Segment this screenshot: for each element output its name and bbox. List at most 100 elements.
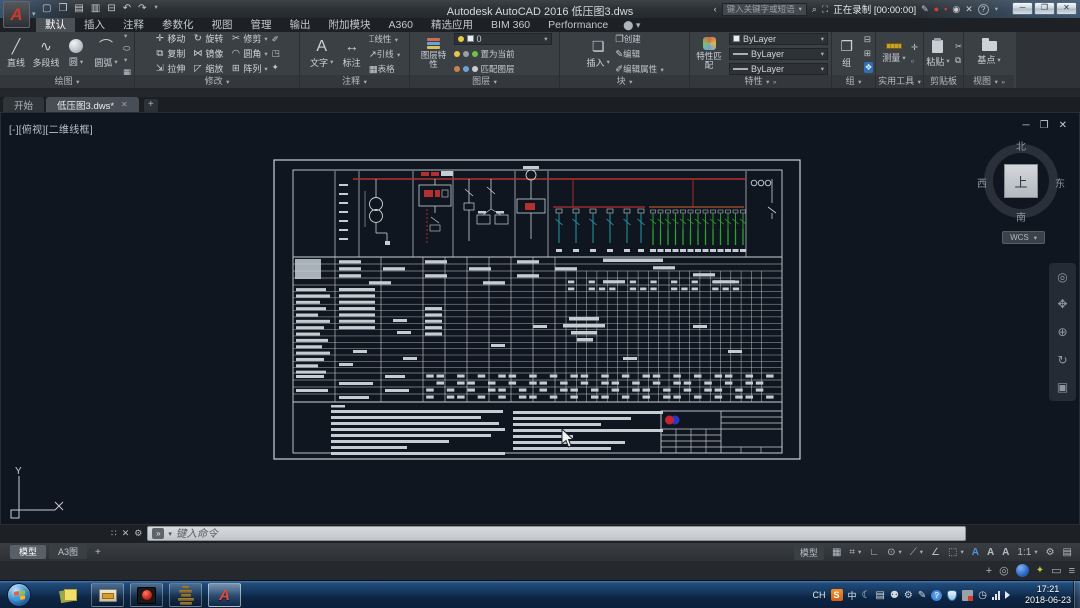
tray-volume-icon[interactable] [1005,591,1014,599]
new-layout-button[interactable]: + [90,547,106,558]
copy-button[interactable]: ⧉复制 [154,47,185,60]
ribbon-tab-parametric[interactable]: 参数化 [153,18,203,32]
ribbon-tab-addins[interactable]: 附加模块 [320,18,380,32]
panel-draw-label[interactable]: 绘图 ▾ [0,75,134,88]
add-status-icon[interactable]: + [986,565,992,577]
ribbon-tab-view[interactable]: 视图 [203,18,242,32]
quick-select-icon[interactable]: ✛ [911,42,918,53]
panel-annotate-label[interactable]: 注释 ▾ [300,75,409,88]
recent-commands-icon[interactable]: » [152,528,164,539]
panel-utilities-label[interactable]: 实用工具 ▾ [876,75,923,88]
taskbar-clock[interactable]: 17:21 2018-06-23 [1025,584,1071,606]
show-desktop-button[interactable] [1073,581,1080,608]
workspace-gear-icon[interactable]: ⚙ [1046,547,1055,558]
exchange-icon[interactable]: ⛶ [822,4,828,15]
tray-ime-mode[interactable]: 中 [848,589,857,602]
scale-button[interactable]: ◸缩放 [192,62,223,75]
hardware-accel-icon[interactable] [1016,564,1029,577]
base-point-button[interactable]: 基点▾ [976,41,1002,66]
ribbon-tab-insert[interactable]: 插入 [75,18,114,32]
annotation-autoscale-icon[interactable]: A [987,547,994,558]
panel-modify-label[interactable]: 修改 ▾ [135,75,299,88]
command-close-icon[interactable]: ✕ [122,528,130,539]
isodraft-icon[interactable]: ⟋▾ [910,547,923,558]
text-button[interactable]: A文字▾ [309,39,335,69]
new-drawing-tab-button[interactable]: + [144,99,158,112]
ungroup-icon[interactable]: ⊟ [864,34,874,45]
ribbon-tab-output[interactable]: 输出 [281,18,320,32]
ribbon-options-icon[interactable]: ⬤ ▾ [623,18,640,32]
sogou-ime-icon[interactable]: S [831,589,843,601]
cad-drawing[interactable] [273,159,801,461]
infocenter-collapse-icon[interactable]: ‹ [714,4,717,14]
file-tab-start[interactable]: 开始 [3,97,44,112]
layer-properties-button[interactable]: 图层特性 [418,38,450,70]
record-icon[interactable]: ● [934,4,939,14]
stretch-button[interactable]: ⇲拉伸 [154,62,185,75]
paste-button[interactable]: 粘贴▾ [925,40,951,68]
trim-button[interactable]: ✂修剪▾ [230,32,267,45]
viewcube-south[interactable]: 南 [979,209,1063,224]
match-layer-button[interactable]: 匹配图层 [481,63,515,75]
close-recorder-icon[interactable]: ✕ [965,4,973,15]
ellipse-tool-icon[interactable]: ⬭ ▾ [123,43,131,64]
viewcube[interactable]: 上 北 南 西 东 [979,139,1063,223]
customize-menu-icon[interactable]: ≡ [1069,565,1075,577]
panel-properties-label[interactable]: 特性 ▾ » [690,75,831,88]
minimize-button[interactable]: ─ [1012,2,1033,15]
undo-icon[interactable]: ↶ [123,3,131,14]
tray-moon-icon[interactable]: ☾ [862,590,871,601]
annotation-scale-icon[interactable]: A [1002,547,1009,558]
command-tools-icon[interactable]: ⚙ [134,528,142,539]
steering-wheel-icon[interactable]: ◎ [1057,270,1067,284]
drawing-canvas[interactable]: [-][俯视][二维线框] ─ ❐ ✕ 上 北 南 西 东 WCS▾ ◎ ✥ ⊕… [0,112,1080,525]
tray-security-shield-icon[interactable] [947,590,957,601]
viewcube-top-face[interactable]: 上 [1004,164,1038,198]
tray-help-icon[interactable]: ? [931,590,942,601]
stop-icon[interactable]: ▪ [944,4,947,14]
plot-icon[interactable]: ⊟ [107,3,115,14]
id-point-icon[interactable]: ▫ [911,56,918,66]
open-file-icon[interactable]: ❒ [58,3,67,14]
linetype-select[interactable]: ByLayer▾ [729,63,828,75]
annotation-scale-value[interactable]: 1:1▾ [1017,547,1037,558]
osnap-icon[interactable]: ⬚▾ [948,547,964,558]
tray-keyboard-icon[interactable]: ▤ [875,590,884,601]
rectangle-tool-icon[interactable]: ▭ ▾ [123,32,131,40]
layer-walk-icon[interactable] [463,66,469,72]
app-menu-button[interactable]: A [3,1,30,28]
create-block-button[interactable]: ❐创建 [615,33,664,45]
erase-icon[interactable]: ✐ [272,34,280,45]
model-space-button[interactable]: 模型 [794,545,824,560]
viewcube-east[interactable]: 东 [1055,175,1065,190]
command-dropdown-icon[interactable]: ▾ [168,530,172,538]
layer-unlock-icon[interactable] [472,66,478,72]
ribbon-tab-home[interactable]: 默认 [36,18,75,32]
set-current-layer-button[interactable]: 置为当前 [481,48,515,60]
ribbon-tab-featured[interactable]: 精选应用 [422,18,482,32]
move-button[interactable]: ✛移动 [154,32,185,45]
restore-button[interactable]: ❐ [1034,2,1055,15]
layer-freeze-icon[interactable] [454,51,460,57]
group-selection-icon[interactable]: ❖ [864,62,874,73]
file-tab-document[interactable]: 低压图3.dws*✕ [46,97,139,112]
new-file-icon[interactable]: ▢ [42,3,51,14]
doc-minimize-icon[interactable]: ─ [1023,120,1030,131]
measure-button[interactable]: 测量▾ [881,43,907,64]
taskbar-autocad-app[interactable]: A [208,583,241,607]
fillet-button[interactable]: ◠圆角▾ [230,47,267,60]
redo-icon[interactable]: ↷ [138,3,146,14]
rotate-button[interactable]: ↻旋转 [192,32,223,45]
copy-clip-icon[interactable]: ⧉ [955,55,962,66]
panel-group-label[interactable]: 组 ▾ [832,75,875,88]
circle-button[interactable]: 圆▾ [63,39,89,68]
edit-polyline-icon[interactable]: ✦ [272,62,280,73]
layer-off-icon[interactable] [454,66,460,72]
match-properties-button[interactable]: 特性匹配 [693,37,725,71]
edit-block-button[interactable]: ✎编辑 [615,48,664,60]
graphics-perf-icon[interactable]: ✦ [1036,565,1044,576]
viewcube-west[interactable]: 西 [977,175,987,190]
close-tab-icon[interactable]: ✕ [121,100,128,109]
group-edit-icon[interactable]: ⊞ [864,48,874,59]
line-button[interactable]: ╱直线 [3,39,29,69]
